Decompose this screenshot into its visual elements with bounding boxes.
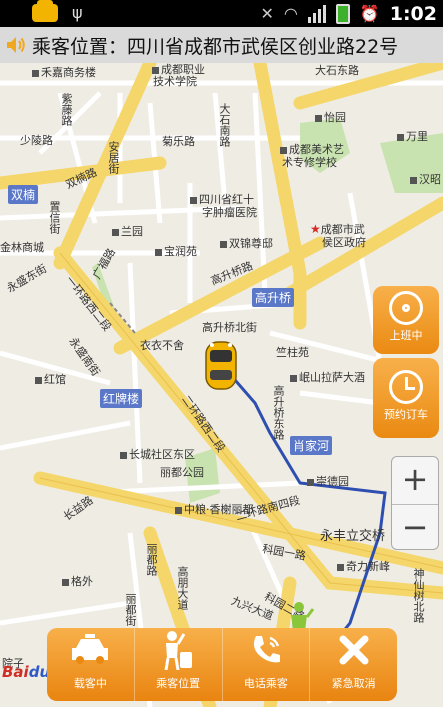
road-label: 少陵路 bbox=[20, 134, 53, 147]
cancel-icon bbox=[310, 628, 397, 672]
signal-icon bbox=[307, 5, 326, 23]
district-tag: 肖家河 bbox=[290, 436, 333, 455]
poi-label: 双锦尊邸 bbox=[220, 237, 273, 250]
taxi-marker bbox=[205, 341, 237, 390]
battery-icon bbox=[335, 4, 350, 24]
road-label: 丽都街 bbox=[124, 593, 137, 626]
bottom-action-bar: 载客中 乘客位置 电话乘客 紧急取消 bbox=[47, 628, 397, 701]
road-label: 菊乐路 bbox=[162, 135, 195, 148]
phone-icon bbox=[223, 628, 310, 672]
road-label: 高升桥东路 bbox=[272, 385, 285, 440]
poi-label: 永丰立交桥 bbox=[320, 529, 386, 544]
poi-label: 字肿瘤医院 bbox=[202, 206, 257, 219]
poi-label: 奇力新峰 bbox=[337, 560, 390, 573]
poi-label: 宝润苑 bbox=[155, 245, 197, 258]
poi-label: 竺柱苑 bbox=[276, 346, 309, 359]
road-label: 紫藤路 bbox=[60, 93, 73, 126]
poi-label: 汉昭 bbox=[410, 173, 441, 186]
call-passenger-label: 电话乘客 bbox=[243, 677, 288, 690]
poi-label: 格外 bbox=[62, 575, 93, 588]
poi-label: 术专修学校 bbox=[282, 156, 337, 169]
poi-label: 禾嘉商务楼 bbox=[32, 66, 96, 79]
poi-label: 成都美术艺 bbox=[280, 143, 344, 156]
passenger-location-text: 乘客位置：四川省成都市武侯区创业路22号 bbox=[32, 35, 399, 58]
status-bar: ψ ✕ ◠ ⏰ 1:02 bbox=[0, 0, 443, 27]
clock-icon bbox=[389, 370, 423, 404]
clock: 1:02 bbox=[389, 3, 437, 25]
zoom-in-button[interactable]: + bbox=[392, 457, 438, 504]
mute-icon: ✕ bbox=[260, 4, 274, 23]
carrying-passenger-button[interactable]: 载客中 bbox=[47, 628, 135, 701]
poi-label: 技术学院 bbox=[153, 75, 197, 88]
alarm-icon: ⏰ bbox=[359, 4, 380, 23]
emergency-cancel-label: 紧急取消 bbox=[331, 677, 376, 690]
road-label: 安居街 bbox=[107, 141, 120, 174]
poi-label: 崇德园 bbox=[307, 475, 349, 488]
poi-label: 金林商城 bbox=[0, 241, 44, 254]
road-label: 置信街 bbox=[48, 201, 61, 234]
poi-label: 长城社区东区 bbox=[120, 448, 195, 461]
carrying-passenger-label: 载客中 bbox=[73, 677, 107, 690]
road-label: 大石东路 bbox=[315, 64, 359, 77]
poi-label: 岷山拉萨大酒 bbox=[290, 371, 365, 384]
poi-label: 怡园 bbox=[315, 111, 346, 124]
taxi-icon bbox=[47, 628, 134, 672]
road-label: 神仙树北路 bbox=[412, 568, 425, 623]
poi-label: 丽都公园 bbox=[160, 466, 204, 479]
gov-label: ★成都市武 bbox=[310, 222, 365, 237]
go-to-work-button[interactable]: 上班中 bbox=[373, 286, 439, 354]
passenger-location-bar: 乘客位置：四川省成都市武侯区创业路22号 bbox=[0, 27, 443, 63]
district-tag: 高升桥 bbox=[252, 288, 295, 307]
district-tag: 双楠 bbox=[8, 185, 39, 204]
go-to-work-label: 上班中 bbox=[389, 329, 423, 342]
poi-label: 万里 bbox=[397, 130, 428, 143]
gov-label: 侯区政府 bbox=[322, 236, 366, 249]
speaker-icon[interactable] bbox=[4, 33, 28, 57]
wifi-icon: ◠ bbox=[283, 4, 298, 23]
emergency-cancel-button[interactable]: 紧急取消 bbox=[310, 628, 397, 701]
zoom-control: + − bbox=[391, 456, 439, 550]
book-order-label: 预约订车 bbox=[384, 408, 428, 421]
poi-label: 四川省红十 bbox=[190, 193, 254, 206]
road-label: 丽都路 bbox=[145, 543, 158, 576]
district-tag: 红牌楼 bbox=[100, 389, 143, 408]
call-passenger-button[interactable]: 电话乘客 bbox=[223, 628, 311, 701]
poi-label: 衣衣不舍 bbox=[140, 339, 184, 352]
steering-wheel-icon bbox=[389, 291, 423, 325]
taxi-app-icon bbox=[32, 0, 58, 22]
poi-label: 兰园 bbox=[112, 225, 143, 238]
zoom-out-button[interactable]: − bbox=[392, 504, 438, 551]
road-label: 高升桥北街 bbox=[202, 321, 257, 334]
baidu-logo: Baidu bbox=[2, 663, 51, 681]
passenger-icon bbox=[135, 628, 222, 672]
poi-label: 红馆 bbox=[35, 373, 66, 386]
road-label: 高朋大道 bbox=[176, 566, 189, 610]
book-order-button[interactable]: 预约订车 bbox=[373, 358, 439, 438]
usb-icon: ψ bbox=[72, 3, 83, 22]
passenger-location-label: 乘客位置 bbox=[156, 677, 201, 690]
road-label: 大石南路 bbox=[218, 103, 231, 147]
passenger-location-button[interactable]: 乘客位置 bbox=[135, 628, 223, 701]
